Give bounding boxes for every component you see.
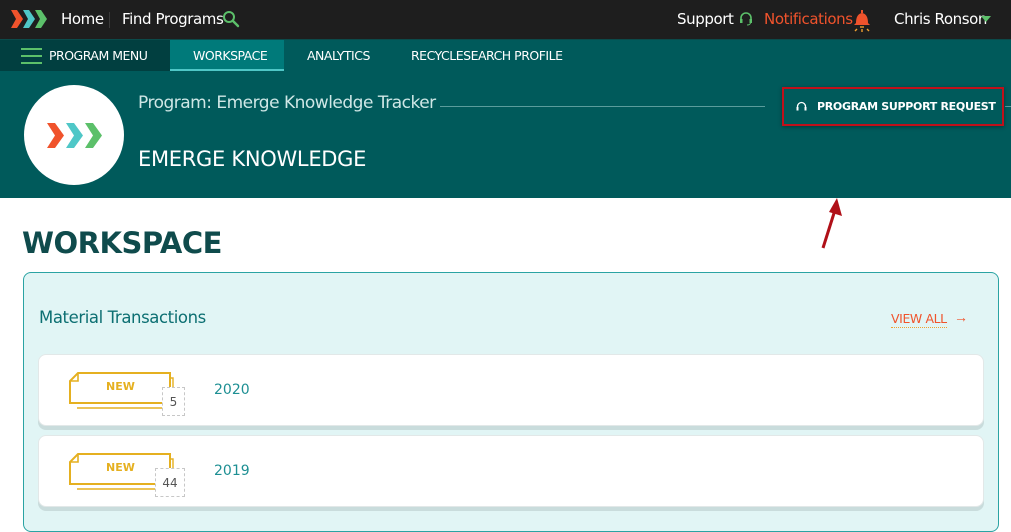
year-link[interactable]: 2020 (214, 382, 250, 398)
count-badge: 44 (155, 468, 185, 497)
find-programs-link[interactable]: Find Programs (122, 10, 224, 28)
program-name: Program: Emerge Knowledge Tracker (138, 93, 436, 113)
year-link[interactable]: 2019 (214, 463, 250, 479)
tab-recyclesearch-profile[interactable]: RECYCLESEARCH PROFILE (389, 40, 579, 71)
bell-icon[interactable] (852, 8, 872, 34)
app-logo-icon[interactable] (11, 10, 47, 28)
tab-label: WORKSPACE (193, 48, 268, 63)
view-all-link[interactable]: VIEW ALL (891, 311, 947, 328)
tab-workspace[interactable]: WORKSPACE (170, 40, 284, 71)
arrow-right-icon[interactable]: → (954, 309, 968, 325)
notifications-link[interactable]: Notifications (764, 10, 853, 28)
count-badge: 5 (162, 387, 185, 416)
divider (1005, 106, 1011, 107)
tab-analytics[interactable]: ANALYTICS (284, 40, 389, 71)
search-icon[interactable] (222, 10, 240, 28)
headset-icon (796, 101, 807, 111)
program-menu-button[interactable]: PROGRAM MENU (0, 40, 170, 71)
caret-down-icon[interactable] (981, 16, 991, 22)
program-title: EMERGE KNOWLEDGE (138, 147, 367, 171)
badge-label: NEW (106, 380, 135, 393)
program-header: Program: Emerge Knowledge Tracker EMERGE… (0, 71, 1011, 249)
page-title: WORKSPACE (22, 226, 222, 260)
divider (109, 12, 110, 28)
panel-title: Material Transactions (39, 308, 206, 327)
user-menu[interactable]: Chris Ronson (894, 10, 987, 28)
tab-label: RECYCLESEARCH PROFILE (411, 48, 563, 63)
home-link[interactable]: Home (61, 10, 104, 28)
top-bar: Home Find Programs Support Notifications… (0, 0, 1011, 39)
annotation-arrow-icon (821, 198, 842, 249)
hamburger-icon (21, 48, 42, 64)
program-menu-label: PROGRAM MENU (49, 48, 148, 63)
program-support-request-button[interactable]: PROGRAM SUPPORT REQUEST (782, 87, 1004, 126)
support-link[interactable]: Support (677, 10, 734, 28)
program-nav: PROGRAM MENU WORKSPACE ANALYTICS RECYCLE… (0, 39, 1011, 71)
new-badge: NEW (69, 372, 175, 412)
triple-chevron-logo-icon (47, 123, 102, 148)
program-support-request-label: PROGRAM SUPPORT REQUEST (817, 100, 996, 113)
divider (440, 106, 765, 107)
transaction-row[interactable]: NEW 5 2020 (38, 354, 984, 426)
badge-label: NEW (106, 461, 135, 474)
headset-icon (740, 12, 752, 26)
transaction-row[interactable]: NEW 44 2019 (38, 435, 984, 507)
tab-label: ANALYTICS (307, 48, 370, 63)
program-logo (24, 85, 124, 185)
material-transactions-panel: Material Transactions VIEW ALL → NEW 5 2… (23, 272, 999, 532)
